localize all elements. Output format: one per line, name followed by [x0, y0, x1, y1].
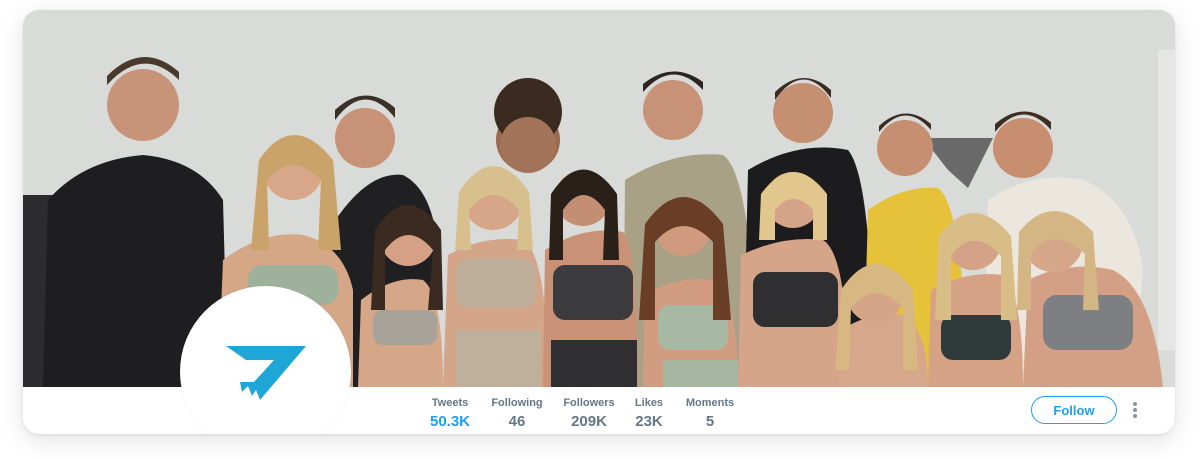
stat-label: Followers — [563, 397, 615, 409]
more-vertical-icon[interactable] — [1127, 400, 1143, 420]
follow-button[interactable]: Follow — [1031, 396, 1117, 424]
stat-tweets[interactable]: Tweets 50.3K — [427, 397, 473, 431]
stat-likes[interactable]: Likes 23K — [631, 397, 667, 431]
stat-label: Likes — [634, 397, 664, 409]
stat-label: Tweets — [431, 397, 469, 409]
stat-following[interactable]: Following 46 — [489, 397, 545, 431]
stat-moments[interactable]: Moments 5 — [683, 397, 737, 431]
stat-value: 23K — [635, 413, 663, 430]
stat-followers[interactable]: Followers 209K — [561, 397, 617, 431]
stat-label: Following — [491, 397, 543, 409]
profile-stats: Tweets 50.3K Following 46 Followers 209K… — [23, 397, 1175, 434]
stat-label: Moments — [685, 397, 735, 409]
stat-value: 209K — [571, 413, 607, 430]
more-dot — [1133, 408, 1137, 412]
stat-value: 50.3K — [429, 413, 471, 430]
stat-value: 5 — [705, 413, 715, 430]
more-dot — [1133, 414, 1137, 418]
more-dot — [1133, 402, 1137, 406]
profile-card: Tweets 50.3K Following 46 Followers 209K… — [23, 10, 1175, 434]
stat-value: 46 — [508, 413, 526, 430]
gymshark-logo-icon — [226, 346, 306, 400]
